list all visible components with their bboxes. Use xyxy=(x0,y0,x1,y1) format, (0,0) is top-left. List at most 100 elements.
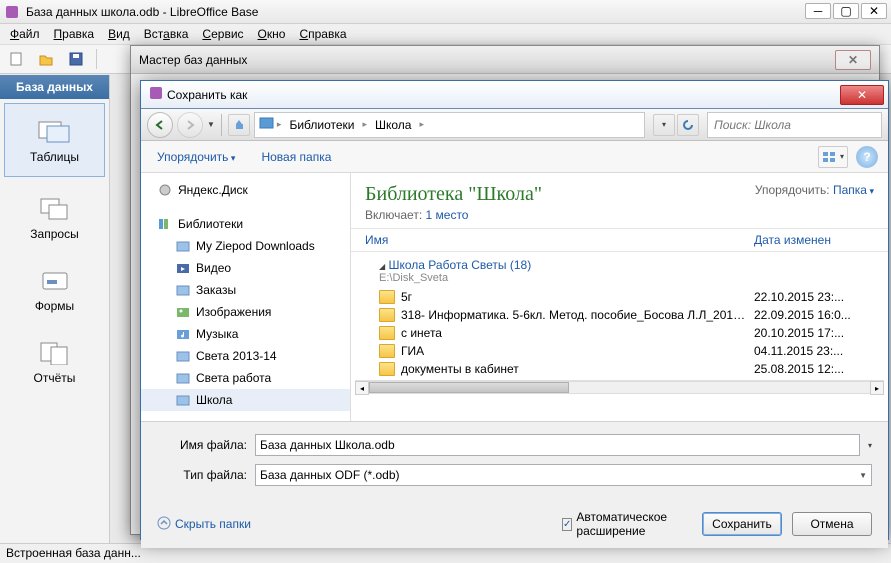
breadcrumb[interactable]: ▸ Библиотеки ▸ Школа ▸ xyxy=(254,112,645,138)
folder-library-icon xyxy=(175,370,191,386)
video-library-icon xyxy=(175,260,191,276)
crumb-school[interactable]: Школа xyxy=(369,115,417,135)
col-header-date[interactable]: Дата изменен xyxy=(754,233,874,247)
folder-icon xyxy=(379,326,395,340)
tree-yandex[interactable]: Яндекс.Диск xyxy=(141,179,350,201)
tree-orders[interactable]: Заказы xyxy=(141,279,350,301)
scroll-thumb[interactable] xyxy=(369,382,569,393)
db-panel-header: База данных xyxy=(0,75,109,99)
collapse-icon xyxy=(157,516,171,533)
form-area: Имя файла: ▾ Тип файла: База данных ODF … xyxy=(141,421,888,502)
toolbar-row: Упорядочить Новая папка ▾ ? xyxy=(141,141,888,173)
up-button[interactable] xyxy=(228,114,250,136)
pictures-library-icon xyxy=(175,304,191,320)
sort-dropdown[interactable]: Папка xyxy=(833,183,874,197)
new-doc-icon[interactable] xyxy=(4,48,28,70)
filename-history-icon[interactable]: ▾ xyxy=(868,441,872,450)
tree-video[interactable]: Видео xyxy=(141,257,350,279)
checkbox-icon: ✓ xyxy=(562,518,572,531)
reports-icon xyxy=(35,337,75,367)
view-mode-button[interactable]: ▾ xyxy=(818,146,848,168)
chevron-right-icon[interactable]: ▸ xyxy=(419,119,424,130)
close-button[interactable]: ✕ xyxy=(861,3,887,19)
h-scrollbar[interactable]: ◂ ▸ xyxy=(355,380,884,394)
tree-music[interactable]: Музыка xyxy=(141,323,350,345)
file-row[interactable]: 5г22.10.2015 23:... xyxy=(351,288,888,306)
filename-label: Имя файла: xyxy=(157,438,247,452)
col-header-name[interactable]: Имя xyxy=(365,233,754,247)
yandex-disk-icon xyxy=(157,182,173,198)
button-row: Скрыть папки ✓ Автоматическое расширение… xyxy=(141,502,888,548)
folder-library-icon xyxy=(175,348,191,364)
tree-libraries[interactable]: Библиотеки xyxy=(141,213,350,235)
file-row[interactable]: 318- Информатика. 5-6кл. Метод. пособие_… xyxy=(351,306,888,324)
folder-library-icon xyxy=(175,392,191,408)
save-icon[interactable] xyxy=(64,48,88,70)
save-title-text: Сохранить как xyxy=(167,88,247,102)
menu-view[interactable]: Вид xyxy=(102,25,136,43)
wizard-close-button[interactable]: ✕ xyxy=(835,50,871,70)
sidebar-item-queries[interactable]: Запросы xyxy=(0,181,109,253)
save-titlebar[interactable]: Сохранить как ✕ xyxy=(141,81,888,109)
filename-input[interactable] xyxy=(255,434,860,456)
main-title-text: База данных школа.odb - LibreOffice Base xyxy=(24,5,803,19)
forward-button[interactable] xyxy=(177,112,203,138)
back-button[interactable] xyxy=(147,112,173,138)
sidebar-item-forms[interactable]: Формы xyxy=(0,253,109,325)
scroll-right-icon[interactable]: ▸ xyxy=(870,381,884,395)
hide-folders-link[interactable]: Скрыть папки xyxy=(157,516,251,533)
chevron-right-icon[interactable]: ▸ xyxy=(362,119,367,130)
prev-location-button[interactable]: ▾ xyxy=(653,114,675,136)
filetype-select[interactable]: База данных ODF (*.odb) xyxy=(255,464,872,486)
filetype-label: Тип файла: xyxy=(157,468,247,482)
folder-icon xyxy=(379,344,395,358)
sidebar-item-tables[interactable]: Таблицы xyxy=(4,103,105,177)
menubar: Файл Правка Вид Вставка Сервис Окно Спра… xyxy=(0,24,891,44)
scroll-track[interactable] xyxy=(369,381,870,394)
menu-insert[interactable]: Вставка xyxy=(138,25,195,43)
crumb-libraries[interactable]: Библиотеки xyxy=(283,115,360,135)
group-header[interactable]: ◢ Школа Работа Светы (18) xyxy=(351,252,888,272)
tree-school[interactable]: Школа xyxy=(141,389,350,411)
folder-library-icon xyxy=(175,282,191,298)
search-input[interactable]: Поиск: Школа xyxy=(707,112,882,138)
tree-sveta1314[interactable]: Света 2013-14 xyxy=(141,345,350,367)
tree-downloads[interactable]: My Ziepod Downloads xyxy=(141,235,350,257)
includes-link[interactable]: 1 место xyxy=(426,208,469,222)
music-library-icon xyxy=(175,326,191,342)
menu-file[interactable]: Файл xyxy=(4,25,46,43)
save-button[interactable]: Сохранить xyxy=(702,512,782,536)
folder-icon xyxy=(379,362,395,376)
menu-window[interactable]: Окно xyxy=(252,25,292,43)
folder-library-icon xyxy=(175,238,191,254)
file-row[interactable]: документы в кабинет25.08.2015 12:... xyxy=(351,360,888,378)
help-button[interactable]: ? xyxy=(856,146,878,168)
library-root-icon xyxy=(259,116,275,133)
organize-button[interactable]: Упорядочить xyxy=(151,147,241,167)
save-close-button[interactable]: ✕ xyxy=(840,85,884,105)
chevron-right-icon[interactable]: ▸ xyxy=(277,119,282,130)
scroll-left-icon[interactable]: ◂ xyxy=(355,381,369,395)
tree-sveta-work[interactable]: Света работа xyxy=(141,367,350,389)
cancel-button[interactable]: Отмена xyxy=(792,512,872,536)
open-icon[interactable] xyxy=(34,48,58,70)
queries-icon xyxy=(35,193,75,223)
main-titlebar: База данных школа.odb - LibreOffice Base… xyxy=(0,0,891,24)
auto-extension-checkbox[interactable]: ✓ Автоматическое расширение xyxy=(562,510,692,538)
maximize-button[interactable]: ▢ xyxy=(833,3,859,19)
minimize-button[interactable]: ─ xyxy=(805,3,831,19)
tree-images[interactable]: Изображения xyxy=(141,301,350,323)
menu-tools[interactable]: Сервис xyxy=(196,25,249,43)
menu-help[interactable]: Справка xyxy=(293,25,352,43)
file-row[interactable]: с инета20.10.2015 17:... xyxy=(351,324,888,342)
new-folder-button[interactable]: Новая папка xyxy=(255,147,337,167)
sidebar-item-reports[interactable]: Отчёты xyxy=(0,325,109,397)
wizard-title-text: Мастер баз данных xyxy=(139,53,247,67)
wizard-titlebar[interactable]: Мастер баз данных ✕ xyxy=(131,46,879,74)
history-drop-icon[interactable]: ▼ xyxy=(207,120,215,129)
menu-edit[interactable]: Правка xyxy=(48,25,101,43)
save-as-dialog: Сохранить как ✕ ▼ ▸ Библиотеки ▸ Школа ▸… xyxy=(140,80,889,540)
sort-label: Упорядочить: xyxy=(755,183,830,197)
refresh-button[interactable] xyxy=(677,114,699,136)
file-row[interactable]: ГИА04.11.2015 23:... xyxy=(351,342,888,360)
